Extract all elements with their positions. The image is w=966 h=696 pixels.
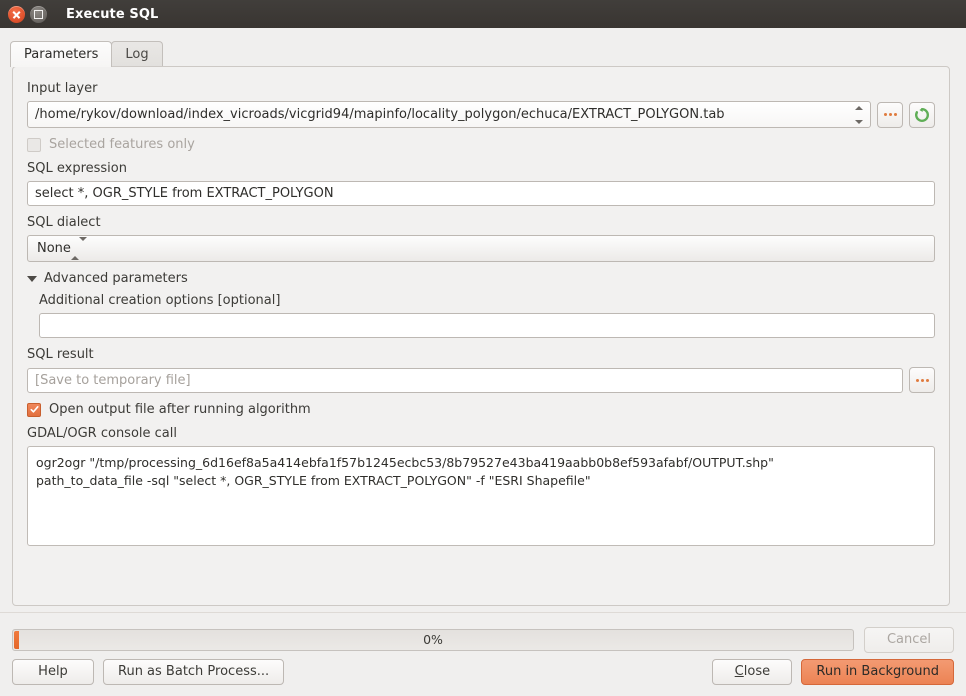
sql-result-browse-button[interactable]: [909, 367, 935, 393]
input-layer-browse-button[interactable]: [877, 102, 903, 128]
maximize-icon[interactable]: [30, 6, 47, 23]
progress-bar: 0%: [12, 629, 854, 651]
selected-features-only-row[interactable]: Selected features only: [27, 137, 935, 152]
input-layer-combo[interactable]: /home/rykov/download/index_vicroads/vicg…: [27, 101, 871, 128]
chevron-up-icon: [855, 106, 863, 110]
footer-left-buttons: Help Run as Batch Process...: [12, 659, 284, 685]
advanced-parameters-toggle[interactable]: Advanced parameters: [27, 271, 935, 287]
ellipsis-icon: [884, 113, 897, 116]
console-call-group: GDAL/OGR console call: [27, 426, 935, 550]
refresh-iterate-icon: [914, 107, 930, 123]
sql-result-group: SQL result: [27, 347, 935, 393]
sql-expression-group: SQL expression: [27, 161, 935, 206]
title-bar: Execute SQL: [0, 0, 966, 28]
help-button[interactable]: Help: [12, 659, 94, 685]
sql-result-input[interactable]: [27, 368, 903, 393]
run-as-batch-button[interactable]: Run as Batch Process...: [103, 659, 284, 685]
close-icon[interactable]: [8, 6, 25, 23]
chevron-down-icon: [855, 120, 863, 124]
input-layer-group: Input layer /home/rykov/download/index_v…: [27, 81, 935, 128]
selected-features-only-label: Selected features only: [49, 137, 195, 152]
sql-expression-label: SQL expression: [27, 161, 935, 177]
footer-bar: 0% Cancel Help Run as Batch Process... C…: [0, 612, 966, 696]
run-in-background-button[interactable]: Run in Background: [801, 659, 954, 685]
sql-dialect-spinner[interactable]: [71, 237, 87, 260]
chevron-down-icon: [79, 237, 87, 256]
sql-dialect-combo[interactable]: None: [27, 235, 935, 262]
creation-options-label: Additional creation options [optional]: [39, 293, 935, 309]
open-output-row[interactable]: Open output file after running algorithm: [27, 402, 935, 417]
footer-right-buttons: Close Run in Background: [712, 659, 954, 685]
chevron-up-icon: [71, 241, 79, 260]
sql-dialect-value: None: [37, 241, 71, 256]
triangle-down-icon: [27, 276, 37, 282]
tab-log[interactable]: Log: [111, 41, 162, 67]
console-call-textarea[interactable]: [27, 446, 935, 546]
input-layer-iterate-button[interactable]: [909, 102, 935, 128]
console-call-label: GDAL/OGR console call: [27, 426, 935, 442]
progress-percent-label: 0%: [13, 630, 853, 650]
progress-row: 0% Cancel: [12, 627, 954, 653]
maximize-square-glyph: [34, 10, 43, 19]
open-output-checkbox[interactable]: [27, 403, 41, 417]
tab-bar: Parameters Log: [0, 28, 966, 66]
selected-features-only-checkbox[interactable]: [27, 138, 41, 152]
close-label-suffix: lose: [744, 664, 770, 679]
parameters-panel: Input layer /home/rykov/download/index_v…: [12, 66, 950, 606]
input-layer-spinner[interactable]: [854, 106, 863, 124]
close-button[interactable]: Close: [712, 659, 792, 685]
advanced-parameters-label: Advanced parameters: [44, 271, 188, 287]
creation-options-group: Additional creation options [optional]: [27, 293, 935, 338]
sql-expression-input[interactable]: [27, 181, 935, 206]
open-output-label: Open output file after running algorithm: [49, 402, 311, 417]
close-mnemonic: C: [735, 664, 744, 679]
cancel-button[interactable]: Cancel: [864, 627, 954, 653]
input-layer-value: /home/rykov/download/index_vicroads/vicg…: [35, 107, 725, 122]
sql-dialect-label: SQL dialect: [27, 215, 935, 231]
window-title: Execute SQL: [66, 7, 158, 22]
sql-result-label: SQL result: [27, 347, 935, 363]
checkmark-icon: [30, 405, 39, 414]
creation-options-input[interactable]: [39, 313, 935, 338]
input-layer-label: Input layer: [27, 81, 935, 97]
tab-parameters[interactable]: Parameters: [10, 41, 112, 67]
ellipsis-icon: [916, 379, 929, 382]
sql-dialect-group: SQL dialect None: [27, 215, 935, 262]
footer-separator: [0, 612, 966, 613]
